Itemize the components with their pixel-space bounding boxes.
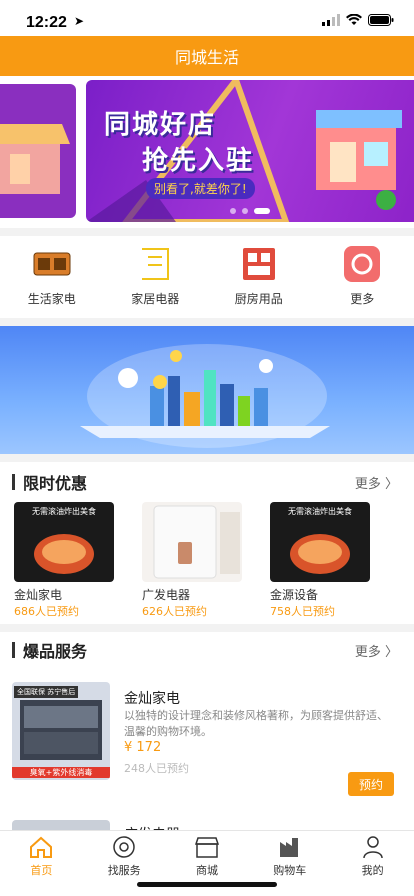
user-icon [360,835,386,859]
location-arrow-icon: ➤ [74,14,85,28]
product-name: 金灿家电 [124,691,180,707]
status-icons [322,14,394,26]
banner-tagline: 别看了,就差你了! [146,178,255,199]
signal-icon [322,14,340,26]
deal-image [142,502,242,582]
status-bar: 12:22 ➤ [0,0,414,34]
page-title: 同城生活 [174,48,239,67]
carousel-indicator [86,208,414,214]
deal-card[interactable]: 无需滚油炸出美食 金灿家电 686人已预约 [14,502,136,620]
section-title: 限时优惠 [23,474,88,493]
deal-count: 758人已预约 [270,605,335,618]
product-price: ¥ 172 [124,740,162,755]
deal-name: 金灿家电 [14,588,63,602]
section-title: 爆品服务 [23,642,88,661]
product-image: 全国联保 苏宁售后 臭氧+紫外线消毒 [12,682,110,780]
product-booking-count: 248人已预约 [124,762,189,775]
deal-name: 广发电器 [142,588,191,602]
city-promo-banner[interactable] [0,326,414,454]
category-grid: 生活家电 家居电器 厨房用品 更多 [0,238,414,318]
tab-label: 首页 [30,864,53,877]
home-icon [28,835,54,859]
section-marker [12,474,15,490]
category-label: 生活家电 [27,292,76,306]
home-indicator [137,882,277,887]
deal-image: 无需滚油炸出美食 [270,502,370,582]
hot-service-header: 爆品服务 更多 〉 [0,634,414,666]
divider [0,624,414,632]
category-item-home-appliances[interactable]: 家居电器 [104,238,208,318]
nav-bar: 同城生活 [0,36,414,76]
tab-profile[interactable]: 我的 [331,831,414,896]
deal-card[interactable]: 无需滚油炸出美食 金源设备 758人已预约 [270,502,392,620]
divider [0,454,414,462]
category-item-appliances[interactable]: 生活家电 [0,238,104,318]
banner-slide[interactable]: 同城好店 抢先入驻 别看了,就差你了! [86,80,414,222]
status-time: 12:22 [26,14,67,31]
product-image-caption: 臭氧+紫外线消毒 [12,767,110,778]
battery-icon [368,14,394,26]
city-illustration-icon [80,344,330,448]
banner-prev-slide[interactable] [0,84,76,218]
deal-card[interactable]: 广发电器 626人已预约 [142,502,264,620]
banner-carousel[interactable]: 同城好店 抢先入驻 别看了,就差你了! [0,76,414,226]
section-marker [12,642,15,658]
banner-line2: 抢先入驻 [142,146,255,176]
deal-count: 686人已预约 [14,605,79,618]
divider [0,228,414,236]
service-icon [111,835,137,859]
product-card[interactable]: 全国联保 苏宁售后 臭氧+紫外线消毒 金灿家电 以独特的设计理念和装修风格著称，… [0,676,414,796]
hot-more-link[interactable]: 更多 〉 [355,641,398,660]
carousel-dot[interactable] [242,208,248,214]
limited-more-link[interactable]: 更多 〉 [355,473,398,492]
tab-home[interactable]: 首页 [0,831,83,896]
tab-label: 找服务 [107,864,141,877]
banner-line1: 同城好店 [104,110,217,140]
category-label: 家居电器 [131,292,180,306]
deal-image-caption: 无需滚油炸出美食 [288,507,352,516]
product-image-caption: 全国联保 苏宁售后 [14,686,79,698]
deal-name: 金源设备 [270,588,319,602]
appliance-product-icon [153,505,240,579]
shop-icon [194,835,220,859]
carousel-dot[interactable] [230,208,236,214]
home-appliance-icon [135,246,175,282]
category-item-more[interactable]: 更多 [311,238,414,318]
product-description: 以独特的设计理念和装修风格著称，为顾客提供舒适、温馨的购物环境。 [124,709,388,738]
cart-icon [277,835,303,859]
shop-illustration-icon [0,124,70,194]
deal-image-caption: 无需滚油炸出美食 [32,507,96,516]
limited-offer-list: 无需滚油炸出美食 金灿家电 686人已预约 广发电器 626人已预约 无需滚油炸… [0,502,414,620]
category-label: 厨房用品 [234,292,283,306]
tab-label: 商城 [195,864,218,877]
kitchen-icon [239,246,279,282]
deal-image: 无需滚油炸出美食 [14,502,114,582]
tab-label: 购物车 [273,864,307,877]
category-label: 更多 [350,292,375,306]
carousel-dot-active[interactable] [254,208,270,214]
reserve-button[interactable]: 预约 [348,772,394,796]
divider [0,318,414,326]
limited-offer-header: 限时优惠 更多 〉 [0,466,414,498]
appliance-icon [32,246,72,282]
tab-label: 我的 [361,864,384,877]
deal-count: 626人已预约 [142,605,207,618]
more-icon [342,246,382,282]
wifi-icon [346,14,362,25]
category-item-kitchen[interactable]: 厨房用品 [207,238,311,318]
